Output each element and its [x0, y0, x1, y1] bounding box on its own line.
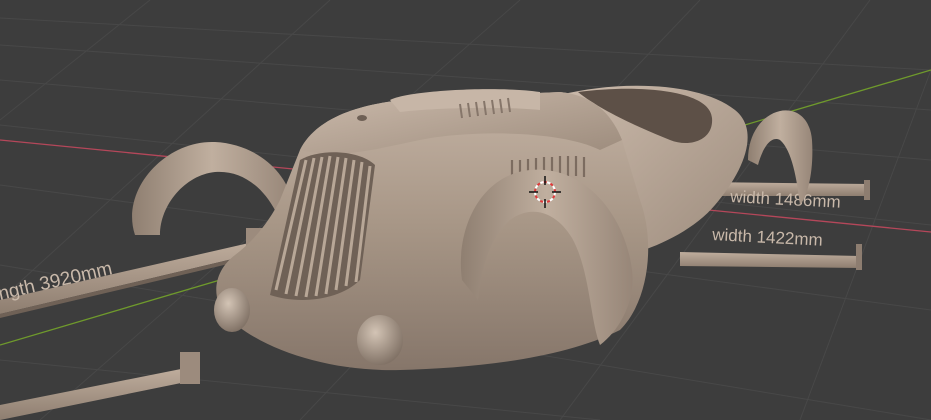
- filler-cap: [357, 115, 367, 121]
- front-grille[interactable]: [270, 152, 375, 300]
- width-dimension-2-label: width 1422mm: [711, 225, 823, 250]
- left-headlamp[interactable]: [214, 288, 250, 332]
- width-dimension-2[interactable]: width 1422mm: [680, 225, 862, 270]
- viewport-scene[interactable]: ngth 3920mm width 1486mm width 1422mm: [0, 0, 931, 420]
- right-headlamp[interactable]: [357, 315, 403, 365]
- lower-dimension-plank[interactable]: [0, 352, 200, 420]
- 3d-viewport[interactable]: ngth 3920mm width 1486mm width 1422mm: [0, 0, 931, 420]
